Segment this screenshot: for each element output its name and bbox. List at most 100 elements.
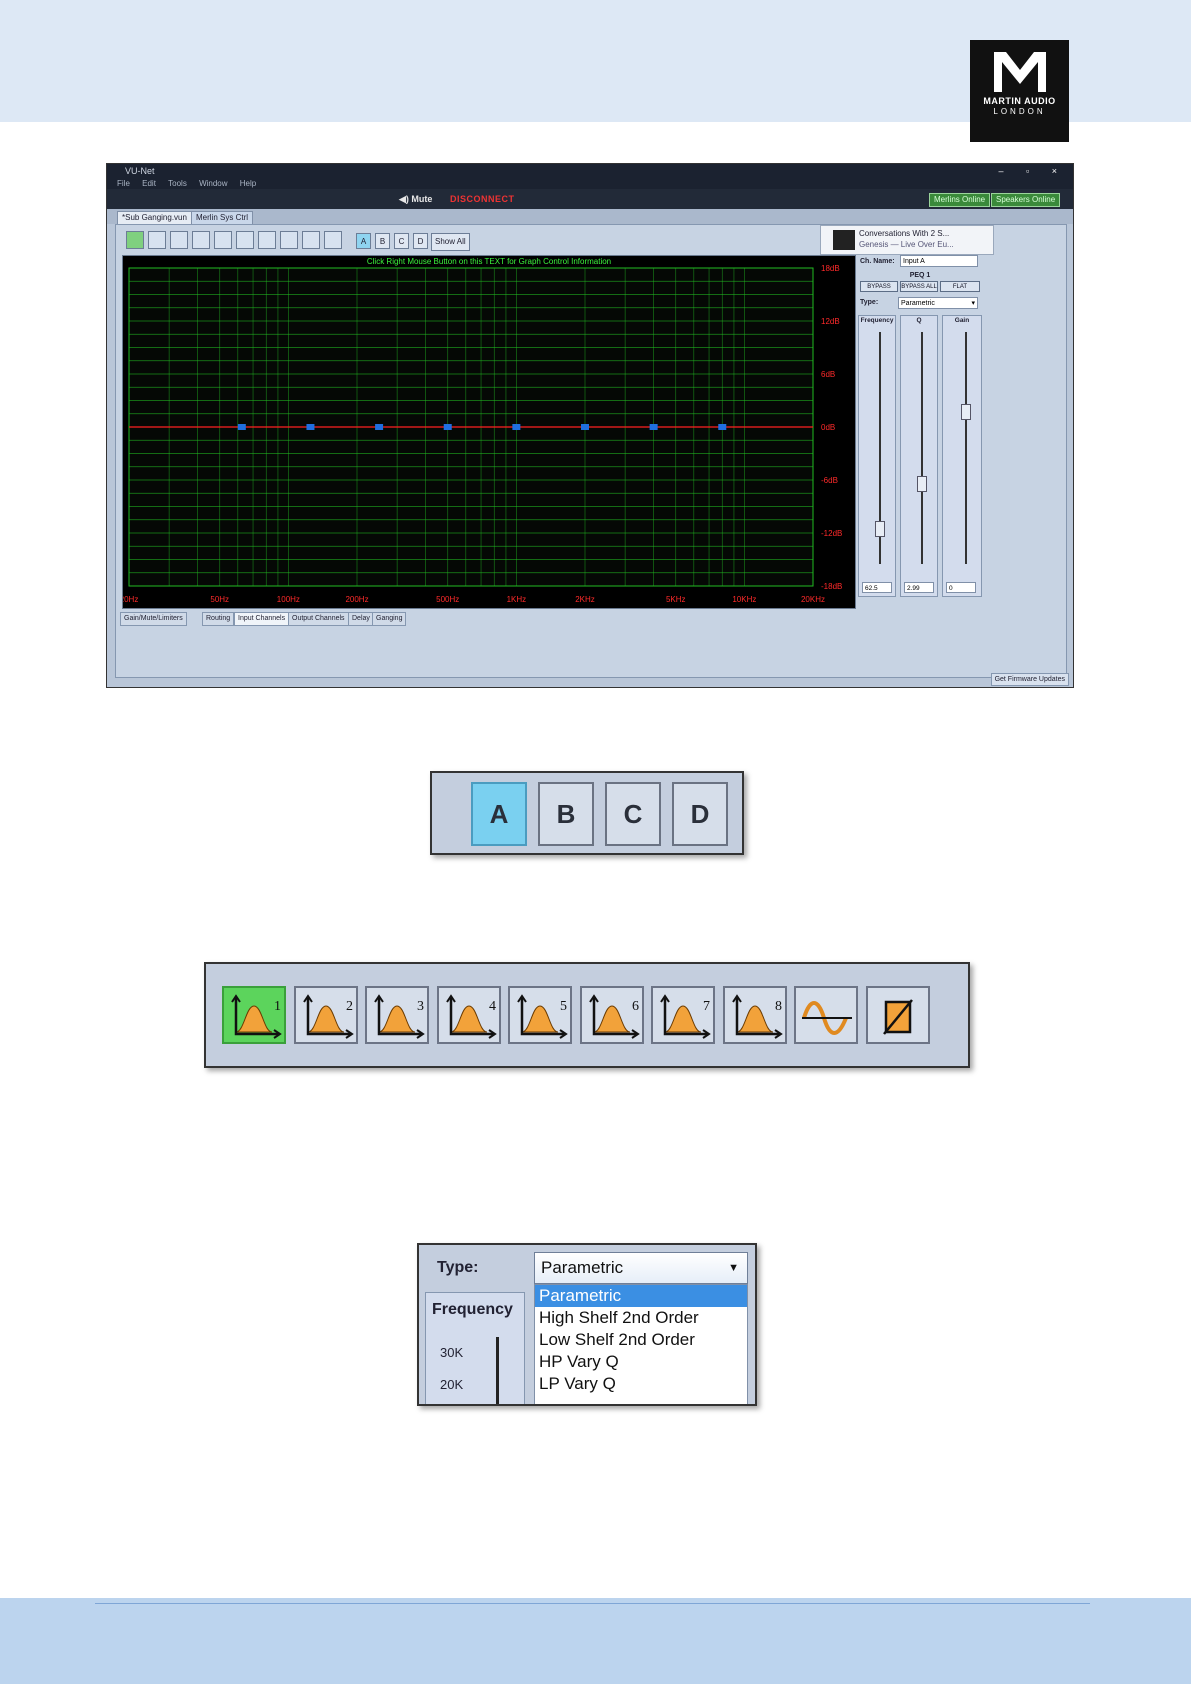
closeup-channel-d[interactable]: D [672,782,728,846]
peq-band-icon: 8 [731,994,783,1039]
freq-tick-label: 2KHz [575,595,595,604]
bypass-all-button[interactable]: BYPASS ALL [900,281,938,292]
peq-band-icon: 6 [588,994,640,1039]
filter-settings: Ch. Name: Input A PEQ 1 BYPASS BYPASS AL… [858,255,982,605]
disconnect-button[interactable]: DISCONNECT [450,194,515,204]
channel-b-button[interactable]: B [375,233,390,249]
gain-value[interactable]: 0 [946,582,976,593]
closeup-phase-button[interactable] [865,986,930,1044]
phase-button[interactable] [324,231,342,249]
eq-graph[interactable]: 20Hz 50Hz 100Hz 200Hz 500Hz 1KHz 2KHz 5KHz 10KHz… [122,255,856,609]
frequency-header: Frequency [860,317,894,324]
window-controls[interactable]: – ▫ × [999,164,1067,178]
sine-wave-icon [802,1001,852,1035]
peq-node-2[interactable] [306,424,315,430]
peq-button-4[interactable] [192,231,210,249]
peq-button-6[interactable] [236,231,254,249]
eq-graph-canvas[interactable]: 20Hz 50Hz 100Hz 200Hz 500Hz 1KHz 2KHz 5KHz 10KHz… [123,256,855,608]
all-pass-button[interactable] [302,231,320,249]
closeup-peq-button-7[interactable]: 7 [651,986,715,1044]
peq-band-number: 3 [417,999,424,1014]
peq-button-8[interactable] [280,231,298,249]
martin-audio-logo: MARTIN AUDIO LONDON [970,40,1069,142]
peq-button-7[interactable] [258,231,276,249]
type-options-list: Parametric High Shelf 2nd Order Low Shel… [534,1284,748,1404]
peq-node-5[interactable] [512,424,521,430]
closeup-tick-20k: 20K [440,1377,464,1392]
frequency-slider-thumb[interactable] [875,521,885,537]
menu-help[interactable]: Help [240,179,256,188]
speakers-online-button[interactable]: Speakers Online [991,193,1061,207]
frequency-fader: Frequency 62.5 [858,315,896,597]
tab-input-channels[interactable]: Input Channels [234,612,290,626]
type-select[interactable]: Parametric ▾ [898,297,978,309]
closeup-channel-a[interactable]: A [471,782,527,846]
freq-tick-label: 50Hz [210,595,229,604]
peq-band-number: 7 [703,999,710,1014]
peq-button-2[interactable] [148,231,166,249]
q-slider-thumb[interactable] [917,476,927,492]
tab-ganging[interactable]: Ganging [372,612,407,626]
closeup-all-pass-button[interactable] [794,986,858,1044]
graph-hint-text[interactable]: Click Right Mouse Button on this TEXT fo… [123,257,855,266]
show-all-button[interactable]: Show All [431,233,470,251]
flat-button[interactable]: FLAT [940,281,980,292]
channel-c-button[interactable]: C [394,233,409,249]
q-value[interactable]: 2.99 [904,582,934,593]
menu-file[interactable]: File [117,179,130,188]
closeup-peq-button-8[interactable]: 8 [722,986,787,1044]
peq-button-1[interactable] [126,231,144,249]
type-option-hp-vary-q[interactable]: HP Vary Q [535,1351,747,1373]
peq-node-7[interactable] [649,424,658,430]
bypass-button[interactable]: BYPASS [860,281,898,292]
channel-a-button[interactable]: A [356,233,371,249]
freq-tick-label: 5KHz [666,595,686,604]
channel-d-button[interactable]: D [413,233,428,249]
peq-node-4[interactable] [443,424,452,430]
menu-tools[interactable]: Tools [168,179,187,188]
peq-band-number: 1 [274,999,281,1014]
tab-routing[interactable]: Routing [202,612,235,626]
closeup-channel-b[interactable]: B [538,782,594,846]
peq-node-1[interactable] [237,424,246,430]
type-option-low-shelf[interactable]: Low Shelf 2nd Order [535,1329,747,1351]
gain-slider-thumb[interactable] [961,404,971,420]
merlins-online-button[interactable]: Merlins Online [929,193,991,207]
tab-gain-mute-limiters[interactable]: Gain/Mute/Limiters [120,612,187,626]
tab-output-channels[interactable]: Output Channels [288,612,349,626]
peq-button-3[interactable] [170,231,188,249]
menu-window[interactable]: Window [199,179,227,188]
doc-tab-merlin-sys-ctrl[interactable]: Merlin Sys Ctrl [191,211,254,225]
peq-node-6[interactable] [581,424,589,430]
freq-tick-label: 1KHz [507,595,527,604]
peq-node-8[interactable] [718,424,727,430]
closeup-peq-button-4[interactable]: 4 [436,986,501,1044]
peq-band-number: 5 [560,999,567,1014]
closeup-peq-button-1[interactable]: 1 [222,986,286,1044]
frequency-value[interactable]: 62.5 [862,582,892,593]
menu-edit[interactable]: Edit [142,179,156,188]
closeup-peq-button-2[interactable]: 2 [293,986,358,1044]
gain-header: Gain [954,317,970,324]
closeup-type-select[interactable]: Parametric ▼ [534,1252,748,1284]
ch-name-input[interactable]: Input A [900,255,978,267]
media-artist: Genesis — Live Over Eu... [859,240,954,249]
mute-button[interactable]: ◀) Mute [399,194,432,205]
peq-node-3[interactable] [375,424,384,430]
tab-delay[interactable]: Delay [348,612,374,626]
closeup-peq-button-6[interactable]: 6 [579,986,644,1044]
type-option-parametric[interactable]: Parametric [535,1285,747,1307]
freq-tick-label: 20KHz [801,595,825,604]
type-option-high-shelf[interactable]: High Shelf 2nd Order [535,1307,747,1329]
get-firmware-updates-button[interactable]: Get Firmware Updates [990,673,1069,686]
closeup-peq-button-5[interactable]: 5 [508,986,572,1044]
peq-button-5[interactable] [214,231,232,249]
window-title: VU-Net [125,166,155,176]
closeup-peq-button-3[interactable]: 3 [365,986,429,1044]
type-option-lp-vary-q[interactable]: LP Vary Q [535,1373,747,1395]
bottom-tabs: Gain/Mute/Limiters Routing Input Channel… [116,612,1066,626]
doc-tab-sub-ganging[interactable]: *Sub Ganging.vun [117,211,192,225]
freq-tick-label: 200Hz [345,595,368,604]
db-tick-label: 0dB [821,423,835,432]
closeup-channel-c[interactable]: C [605,782,661,846]
